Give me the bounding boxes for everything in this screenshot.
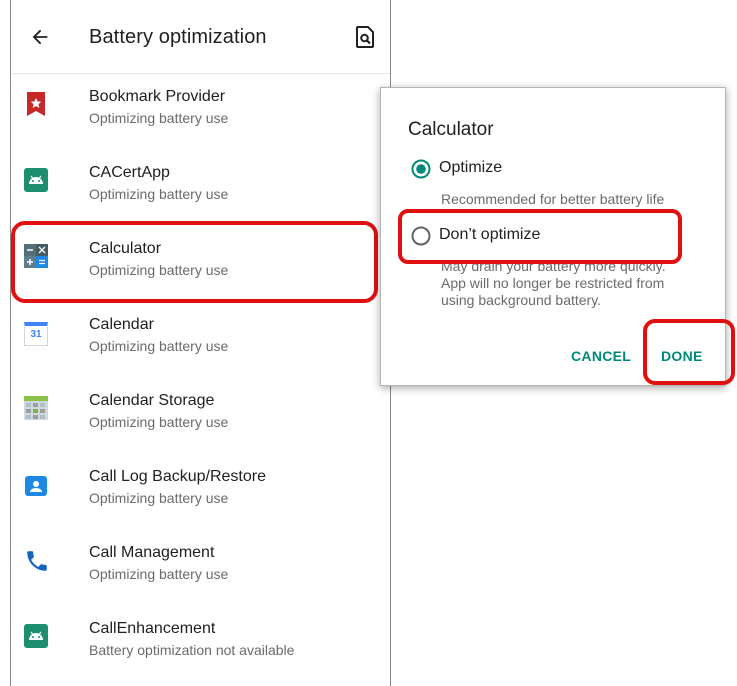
app-name: CallEnhancement (89, 620, 216, 637)
cancel-button[interactable]: CANCEL (571, 348, 631, 364)
battery-optimization-dialog: Calculator Optimize Recommended for bett… (380, 87, 726, 386)
radio-optimize-selected[interactable] (411, 159, 431, 179)
app-row-calendar-storage[interactable]: Calendar Storage Optimizing battery use (11, 386, 390, 458)
phone-icon (27, 551, 47, 571)
arrow-back-icon[interactable] (29, 26, 51, 48)
app-row-callenhancement[interactable]: CallEnhancement Battery optimization not… (11, 614, 390, 686)
app-name: Calendar (89, 316, 154, 333)
android-app-icon (24, 168, 48, 192)
app-status: Optimizing battery use (89, 566, 229, 582)
app-name: Call Management (89, 544, 215, 561)
app-name: Bookmark Provider (89, 88, 226, 105)
app-row-call-log-backup[interactable]: Call Log Backup/Restore Optimizing batte… (11, 462, 390, 534)
app-status: Optimizing battery use (89, 262, 229, 278)
app-status: Battery optimization not available (89, 642, 295, 658)
option-optimize-description: Recommended for better battery life (441, 191, 665, 207)
android-app-icon (24, 624, 48, 648)
calendar-icon: 31 (24, 322, 48, 346)
app-row-bookmark-provider[interactable]: Bookmark Provider Optimizing battery use (11, 80, 390, 152)
option-dont-optimize-description-line: using background battery. (441, 292, 602, 308)
app-name: CACertApp (89, 164, 170, 181)
app-row-calculator[interactable]: Calculator Optimizing battery use (11, 232, 390, 304)
app-name: Calculator (89, 240, 162, 257)
app-name: Call Log Backup/Restore (89, 468, 266, 485)
done-button[interactable]: DONE (661, 348, 703, 364)
app-row-calendar[interactable]: 31 Calendar Optimizing battery use (11, 310, 390, 382)
bookmark-star-icon (27, 92, 45, 116)
app-status: Optimizing battery use (89, 110, 229, 126)
option-optimize-label[interactable]: Optimize (439, 159, 502, 177)
app-status: Optimizing battery use (89, 490, 229, 506)
page-title: Battery optimization (89, 26, 267, 48)
dialog-title: Calculator (408, 119, 494, 140)
option-dont-optimize-description-line: May drain your battery more quickly. (441, 258, 666, 274)
search-document-icon[interactable] (355, 26, 375, 48)
app-status: Optimizing battery use (89, 414, 229, 430)
radio-dont-optimize[interactable] (411, 226, 431, 246)
option-dont-optimize-description-line: App will no longer be restricted from (441, 275, 665, 291)
app-status: Optimizing battery use (89, 338, 229, 354)
app-row-call-management[interactable]: Call Management Optimizing battery use (11, 538, 390, 610)
calculator-icon (24, 244, 48, 268)
calendar-storage-icon (24, 396, 48, 420)
app-bar: Battery optimization (11, 0, 390, 74)
option-dont-optimize-label[interactable]: Don’t optimize (439, 226, 540, 244)
app-name: Calendar Storage (89, 392, 215, 409)
app-status: Optimizing battery use (89, 186, 229, 202)
battery-optimization-screen: Battery optimization Bookmark Provider O… (10, 0, 391, 686)
app-row-cacertapp[interactable]: CACertApp Optimizing battery use (11, 158, 390, 230)
contact-card-icon (25, 476, 47, 496)
